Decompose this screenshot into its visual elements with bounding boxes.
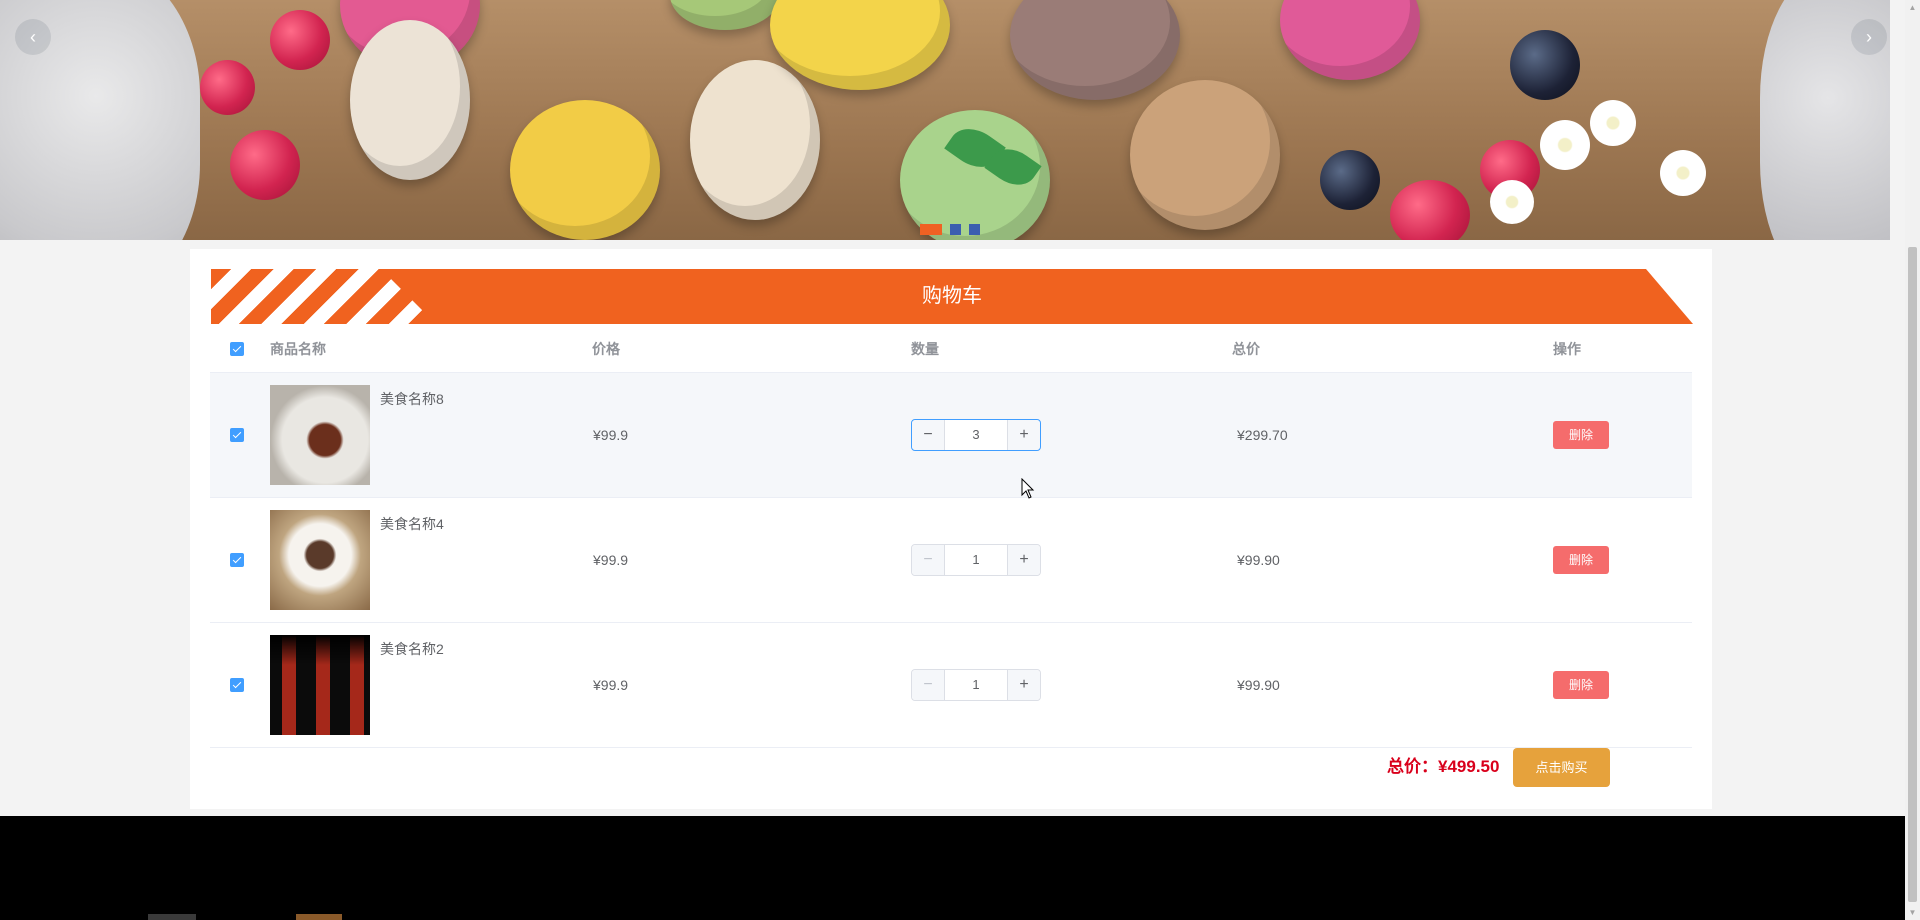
delete-button[interactable]: 删除: [1553, 421, 1609, 449]
column-header-price: 价格: [592, 341, 620, 357]
delete-button[interactable]: 删除: [1553, 671, 1609, 699]
macaron: [510, 100, 660, 240]
cart-footer: 总价：¥499.50 点击购买: [210, 748, 1692, 798]
banner-indicator-2[interactable]: [950, 224, 961, 235]
mouse-cursor-icon: [1021, 478, 1035, 499]
food-price: ¥99.9: [593, 677, 629, 693]
quantity-input[interactable]: [945, 420, 1007, 450]
banner-carousel: ‹ ›: [0, 0, 1890, 240]
decrease-button[interactable]: −: [912, 670, 945, 700]
macaron: [670, 0, 780, 30]
food-image[interactable]: [270, 635, 370, 735]
flower: [1590, 100, 1636, 146]
macaron: [770, 0, 950, 90]
quantity-input[interactable]: [945, 545, 1007, 575]
column-header-subtotal: 总价: [1232, 341, 1260, 357]
food-name[interactable]: 美食名称8: [380, 389, 444, 409]
row-checkbox[interactable]: [230, 553, 244, 567]
cart-row: 美食名称8 ¥99.9 − + ¥299.70 删除: [210, 373, 1692, 498]
flower: [1490, 180, 1534, 224]
food-price: ¥99.9: [593, 427, 629, 443]
cart-table-header: 商品名称 价格 数量 总价 操作: [210, 327, 1692, 373]
increase-button[interactable]: +: [1007, 545, 1040, 575]
page-scrollbar[interactable]: ▲ ▼: [1905, 0, 1920, 920]
row-subtotal: ¥99.90: [1237, 677, 1280, 693]
macaron: [690, 60, 820, 220]
flower: [1540, 120, 1590, 170]
select-all-checkbox[interactable]: [230, 342, 244, 356]
quantity-input[interactable]: [945, 670, 1007, 700]
banner-indicators: [920, 224, 980, 236]
row-checkbox[interactable]: [230, 678, 244, 692]
page-footer: [0, 816, 1905, 920]
macaron: [1130, 80, 1280, 230]
macaron: [350, 20, 470, 180]
increase-button[interactable]: +: [1007, 420, 1040, 450]
quantity-stepper: − +: [911, 669, 1041, 701]
food-name[interactable]: 美食名称2: [380, 639, 444, 659]
cart-row: 美食名称4 ¥99.9 − + ¥99.90 删除: [210, 498, 1692, 623]
delete-button[interactable]: 删除: [1553, 546, 1609, 574]
scroll-up-icon[interactable]: ▲: [1905, 0, 1920, 15]
banner-prev-button[interactable]: ‹: [15, 19, 51, 55]
blueberry: [1510, 30, 1580, 100]
column-header-quantity: 数量: [911, 341, 939, 357]
macaron: [1280, 0, 1420, 80]
cart-table: 商品名称 价格 数量 总价 操作 美食名称8 ¥99.9 − + ¥299.70…: [210, 327, 1692, 798]
blueberry: [1320, 150, 1380, 210]
food-name[interactable]: 美食名称4: [380, 514, 444, 534]
flower: [1660, 150, 1706, 196]
banner-indicator-1[interactable]: [920, 224, 942, 235]
row-subtotal: ¥99.90: [1237, 552, 1280, 568]
raspberry: [230, 130, 300, 200]
cart-title-bar: 购物车: [211, 269, 1693, 324]
raspberry: [1390, 180, 1470, 240]
raspberry: [270, 10, 330, 70]
buy-button[interactable]: 点击购买: [1513, 748, 1610, 787]
food-price: ¥99.9: [593, 552, 629, 568]
page-title: 购物车: [922, 285, 982, 307]
increase-button[interactable]: +: [1007, 670, 1040, 700]
row-subtotal: ¥299.70: [1237, 427, 1288, 443]
macaron: [1010, 0, 1180, 100]
banner-next-button[interactable]: ›: [1851, 19, 1887, 55]
column-header-action: 操作: [1553, 341, 1581, 357]
taskbar-item[interactable]: [148, 914, 196, 920]
chevron-right-icon: ›: [1866, 27, 1872, 47]
decrease-button[interactable]: −: [912, 420, 945, 450]
chevron-left-icon: ‹: [30, 27, 36, 47]
row-checkbox[interactable]: [230, 428, 244, 442]
scroll-down-icon[interactable]: ▼: [1905, 905, 1920, 920]
cart-row: 美食名称2 ¥99.9 − + ¥99.90 删除: [210, 623, 1692, 748]
food-image[interactable]: [270, 510, 370, 610]
banner-indicator-3[interactable]: [969, 224, 980, 235]
raspberry: [200, 60, 255, 115]
decrease-button[interactable]: −: [912, 545, 945, 575]
quantity-stepper: − +: [911, 419, 1041, 451]
column-header-name: 商品名称: [270, 341, 326, 357]
food-image[interactable]: [270, 385, 370, 485]
cart-panel: 购物车 商品名称 价格 数量 总价 操作 美食名称8 ¥99.9 − + ¥29…: [190, 249, 1712, 809]
quantity-stepper: − +: [911, 544, 1041, 576]
taskbar-item[interactable]: [296, 914, 342, 920]
cart-total: 总价：¥499.50: [1387, 757, 1500, 776]
scrollbar-thumb[interactable]: [1908, 247, 1917, 902]
